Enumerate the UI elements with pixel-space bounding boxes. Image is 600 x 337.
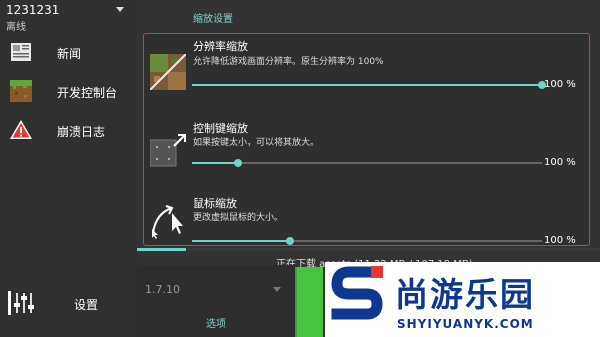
watermark-brand: 尚游乐园 — [395, 275, 535, 314]
options-button[interactable]: 选项 — [206, 315, 226, 330]
setting-description: 更改虚拟鼠标的大小。 — [193, 213, 284, 223]
setting-value: 100 % — [544, 79, 576, 90]
warning-icon — [10, 120, 32, 139]
play-button[interactable] — [295, 267, 323, 337]
control-scale-slider[interactable] — [192, 159, 542, 167]
sidebar-item-crash-log[interactable]: 崩溃日志 — [0, 115, 137, 149]
setting-description: 允许降低游戏画面分辨率。原生分辨率为 100% — [193, 57, 384, 67]
resolution-scale-slider[interactable] — [192, 81, 546, 89]
sliders-icon — [8, 291, 34, 315]
setting-title: 控制键缩放 — [193, 122, 248, 135]
scale-settings-panel: 分辨率缩放 允许降低游戏画面分辨率。原生分辨率为 100% 100 % 控制键缩… — [143, 33, 590, 246]
watermark-logo — [331, 266, 383, 320]
slider-thumb[interactable] — [233, 159, 242, 167]
dirt-block-icon — [10, 80, 32, 102]
sidebar-item-dev-console[interactable]: 开发控制台 — [0, 76, 137, 110]
slider-fill — [192, 84, 542, 86]
slider-fill — [192, 162, 238, 164]
download-progress-bar — [137, 248, 600, 251]
sidebar-item-label: 开发控制台 — [57, 86, 118, 100]
slider-thumb[interactable] — [286, 237, 294, 245]
watermark: 尚游乐园 SHYIYUANYK.COM — [325, 262, 600, 337]
watermark-url: SHYIYUANYK.COM — [397, 317, 534, 331]
resolution-scale-icon — [150, 54, 186, 90]
chevron-down-icon[interactable] — [273, 287, 281, 292]
slider-fill — [192, 240, 290, 242]
sidebar-item-settings[interactable]: 设置 — [0, 285, 137, 321]
mouse-scale-slider[interactable] — [192, 237, 542, 245]
download-progress-fill — [137, 248, 186, 251]
control-scale-icon — [150, 134, 186, 167]
settings-label: 设置 — [74, 298, 99, 312]
setting-description: 如果按键太小，可以将其放大。 — [193, 138, 320, 148]
account-dropdown-icon[interactable] — [116, 7, 124, 12]
setting-title: 鼠标缩放 — [193, 197, 237, 210]
version-selector-area: 1.7.10 选项 — [137, 265, 297, 337]
setting-value: 100 % — [544, 157, 576, 168]
setting-title: 分辨率缩放 — [193, 40, 248, 53]
sidebar-item-label: 崩溃日志 — [57, 125, 106, 139]
setting-value: 100 % — [544, 235, 576, 246]
sidebar-item-label: 新闻 — [57, 47, 82, 61]
version-select[interactable]: 1.7.10 — [145, 283, 180, 296]
mouse-scale-icon — [152, 205, 183, 239]
news-icon — [11, 43, 31, 61]
account-status: 离线 — [6, 22, 26, 33]
sidebar: 1231231 离线 新闻 开发控制台 崩溃日志 设置 — [0, 0, 137, 337]
account-name[interactable]: 1231231 — [6, 3, 59, 17]
section-title: 缩放设置 — [193, 14, 233, 25]
sidebar-item-news[interactable]: 新闻 — [0, 37, 137, 71]
